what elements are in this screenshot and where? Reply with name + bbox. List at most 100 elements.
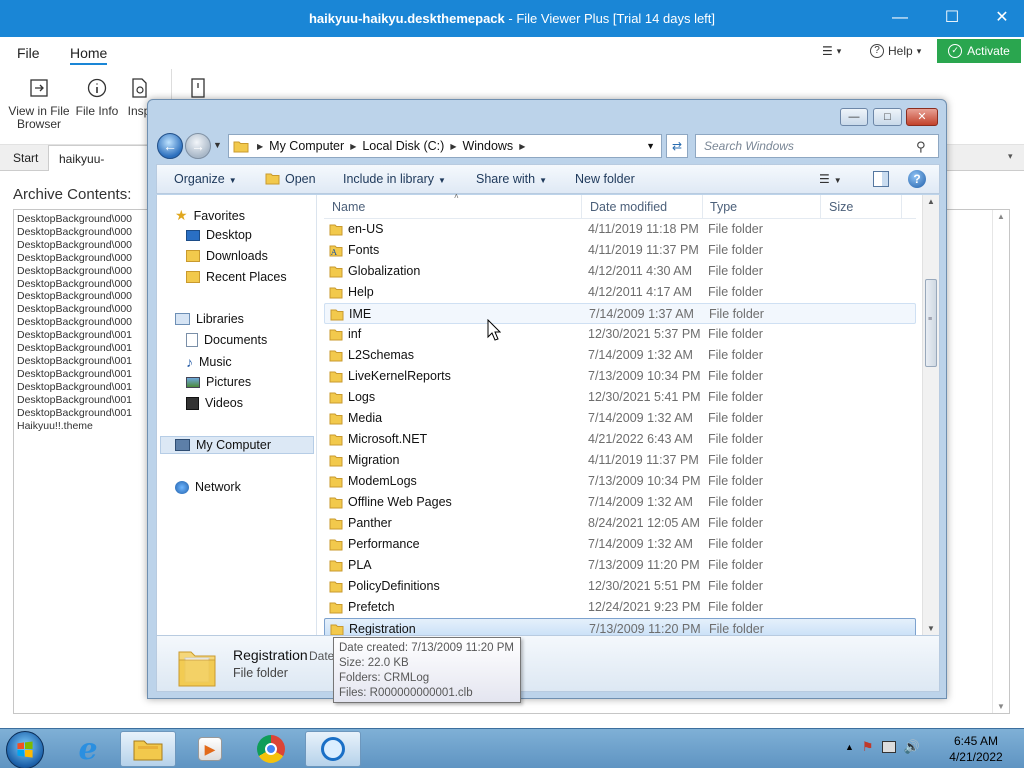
file-row[interactable]: A Fonts 4/11/2019 11:37 PM File folder bbox=[324, 240, 916, 261]
file-row[interactable]: L2Schemas 7/14/2009 1:32 AM File folder bbox=[324, 345, 916, 366]
file-row[interactable]: Migration 4/11/2019 11:37 PM File folder bbox=[324, 450, 916, 471]
nav-network[interactable]: Network bbox=[175, 480, 241, 494]
tabs-overflow-icon[interactable]: ▾ bbox=[1008, 151, 1013, 162]
column-date-modified[interactable]: Date modified bbox=[590, 200, 667, 214]
taskbar-windows-explorer[interactable] bbox=[120, 731, 176, 767]
archive-list-item[interactable]: DesktopBackground\001 bbox=[17, 394, 147, 407]
search-input[interactable]: Search Windows bbox=[695, 134, 939, 158]
archive-list-item[interactable]: DesktopBackground\000 bbox=[17, 252, 147, 265]
archive-list-item[interactable]: DesktopBackground\000 bbox=[17, 265, 147, 278]
file-row[interactable]: PolicyDefinitions 12/30/2021 5:51 PM File … bbox=[324, 576, 916, 597]
new-folder-button[interactable]: New folder bbox=[575, 172, 635, 186]
nav-downloads[interactable]: Downloads bbox=[186, 249, 268, 263]
address-dropdown-icon[interactable]: ▼ bbox=[646, 141, 655, 151]
archive-list-item[interactable]: DesktopBackground\001 bbox=[17, 342, 147, 355]
archive-list-item[interactable]: DesktopBackground\000 bbox=[17, 290, 147, 303]
tab-start[interactable]: Start bbox=[3, 145, 48, 171]
view-in-browser-button[interactable]: View in File Browser bbox=[8, 77, 70, 131]
archive-list-item[interactable]: DesktopBackground\001 bbox=[17, 329, 147, 342]
scrollbar-thumb[interactable]: ≡ bbox=[925, 279, 937, 367]
network-tray-icon[interactable] bbox=[881, 741, 896, 753]
file-row[interactable]: ModemLogs 7/13/2009 10:34 PM File folder bbox=[324, 471, 916, 492]
help-icon[interactable]: ? bbox=[908, 170, 926, 188]
column-divider[interactable] bbox=[901, 195, 902, 219]
nav-my-computer[interactable]: My Computer bbox=[160, 436, 314, 454]
search-icon[interactable]: ⚲ bbox=[916, 139, 926, 155]
scroll-down-icon[interactable]: ▼ bbox=[997, 702, 1005, 711]
taskbar-clock[interactable]: 6:45 AM 4/21/2022 bbox=[940, 733, 1012, 765]
tab-file[interactable]: File bbox=[17, 45, 40, 61]
file-row[interactable]: Offline Web Pages 7/14/2009 1:32 AM File f… bbox=[324, 492, 916, 513]
nav-pictures[interactable]: Pictures bbox=[186, 375, 251, 389]
nav-music[interactable]: ♪ Music bbox=[186, 354, 232, 370]
share-with-button[interactable]: Share with ▼ bbox=[476, 172, 547, 186]
column-type[interactable]: Type bbox=[710, 200, 737, 214]
open-button[interactable]: Open bbox=[265, 172, 316, 186]
view-options-button[interactable]: ☰ ▼ bbox=[819, 172, 842, 186]
volume-icon[interactable]: 🔊 bbox=[904, 739, 920, 755]
explorer-minimize-button[interactable]: — bbox=[840, 108, 868, 126]
include-in-library-button[interactable]: Include in library ▼ bbox=[343, 172, 446, 186]
nav-recent-places[interactable]: Recent Places bbox=[186, 270, 287, 284]
file-info-button[interactable]: File Info bbox=[74, 77, 120, 118]
refresh-button[interactable]: ⇄ bbox=[666, 134, 688, 158]
archive-list-item[interactable]: DesktopBackground\000 bbox=[17, 303, 147, 316]
preview-pane-icon[interactable] bbox=[873, 171, 889, 187]
archive-scrollbar[interactable]: ▲ ▼ bbox=[992, 210, 1009, 713]
nav-documents[interactable]: Documents bbox=[186, 333, 267, 347]
scroll-up-icon[interactable]: ▲ bbox=[997, 212, 1005, 221]
archive-list-item[interactable]: DesktopBackground\001 bbox=[17, 355, 147, 368]
archive-list-item[interactable]: DesktopBackground\000 bbox=[17, 213, 147, 226]
file-row[interactable]: Globalization 4/12/2011 4:30 AM File folde… bbox=[324, 261, 916, 282]
file-row[interactable]: en-US 4/11/2019 11:18 PM File folder bbox=[324, 219, 916, 240]
column-divider[interactable] bbox=[581, 195, 582, 219]
maximize-button[interactable]: ☐ bbox=[934, 6, 970, 30]
archive-list-item[interactable]: DesktopBackground\000 bbox=[17, 226, 147, 239]
file-row[interactable]: Microsoft.NET 4/21/2022 6:43 AM File folde… bbox=[324, 429, 916, 450]
action-center-flag-icon[interactable]: ⚑ bbox=[862, 739, 874, 755]
tab-document[interactable]: haikyuu-haikyu.d bbox=[48, 145, 158, 171]
archive-list-item[interactable]: DesktopBackground\000 bbox=[17, 278, 147, 291]
breadcrumb-local-disk[interactable]: Local Disk (C:) bbox=[356, 139, 450, 153]
close-button[interactable]: ✕ bbox=[984, 6, 1020, 30]
nav-favorites[interactable]: ★ Favorites bbox=[175, 207, 245, 224]
nav-libraries[interactable]: Libraries bbox=[175, 312, 244, 326]
file-row[interactable]: Performance 7/14/2009 1:32 AM File folder bbox=[324, 534, 916, 555]
breadcrumb-my-computer[interactable]: My Computer bbox=[263, 139, 350, 153]
settings-dropdown[interactable]: ☰ ▾ bbox=[822, 40, 841, 62]
organize-button[interactable]: Organize ▼ bbox=[174, 172, 237, 186]
minimize-button[interactable]: — bbox=[882, 6, 918, 30]
file-list-scrollbar[interactable]: ▲ ≡ ▼ bbox=[922, 195, 939, 635]
file-row[interactable]: Help 4/12/2011 4:17 AM File folder bbox=[324, 282, 916, 303]
archive-list-item[interactable]: DesktopBackground\001 bbox=[17, 368, 147, 381]
activate-button[interactable]: ✓ Activate bbox=[937, 39, 1021, 63]
column-size[interactable]: Size bbox=[829, 200, 853, 214]
archive-list-item[interactable]: DesktopBackground\001 bbox=[17, 381, 147, 394]
taskbar-internet-explorer[interactable]: e bbox=[60, 731, 116, 767]
file-row[interactable]: PLA 7/13/2009 11:20 PM File folder bbox=[324, 555, 916, 576]
tray-overflow-icon[interactable]: ▲ bbox=[845, 742, 854, 752]
breadcrumb-windows[interactable]: Windows bbox=[456, 139, 519, 153]
taskbar-media-player[interactable]: ▶ bbox=[182, 731, 238, 767]
file-row[interactable]: inf 12/30/2021 5:37 PM File folder bbox=[324, 324, 916, 345]
taskbar-file-viewer-plus[interactable] bbox=[305, 731, 361, 767]
back-button[interactable]: ← bbox=[157, 133, 183, 159]
file-row[interactable]: Logs 12/30/2021 5:41 PM File folder bbox=[324, 387, 916, 408]
archive-list-item[interactable]: DesktopBackground\000 bbox=[17, 239, 147, 252]
recent-pages-dropdown[interactable]: ▼ bbox=[213, 140, 222, 150]
archive-list-item[interactable]: DesktopBackground\001 bbox=[17, 407, 147, 420]
column-name[interactable]: Name bbox=[332, 200, 365, 214]
address-bar[interactable]: ▶ My Computer ▶ Local Disk (C:) ▶ Window… bbox=[228, 134, 662, 158]
breadcrumb-separator-icon[interactable]: ▶ bbox=[519, 142, 525, 151]
explorer-maximize-button[interactable]: □ bbox=[873, 108, 902, 126]
file-row[interactable]: Prefetch 12/24/2021 9:23 PM File folder bbox=[324, 597, 916, 618]
nav-videos[interactable]: Videos bbox=[186, 396, 243, 410]
scroll-up-icon[interactable]: ▲ bbox=[927, 197, 935, 206]
file-row[interactable]: Media 7/14/2009 1:32 AM File folder bbox=[324, 408, 916, 429]
archive-list-item[interactable]: DesktopBackground\000 bbox=[17, 316, 147, 329]
explorer-close-button[interactable]: ✕ bbox=[906, 108, 938, 126]
tab-home[interactable]: Home bbox=[70, 45, 108, 65]
nav-desktop[interactable]: Desktop bbox=[186, 228, 252, 242]
help-button[interactable]: ? Help ▾ bbox=[870, 40, 921, 62]
start-button[interactable] bbox=[6, 731, 44, 768]
